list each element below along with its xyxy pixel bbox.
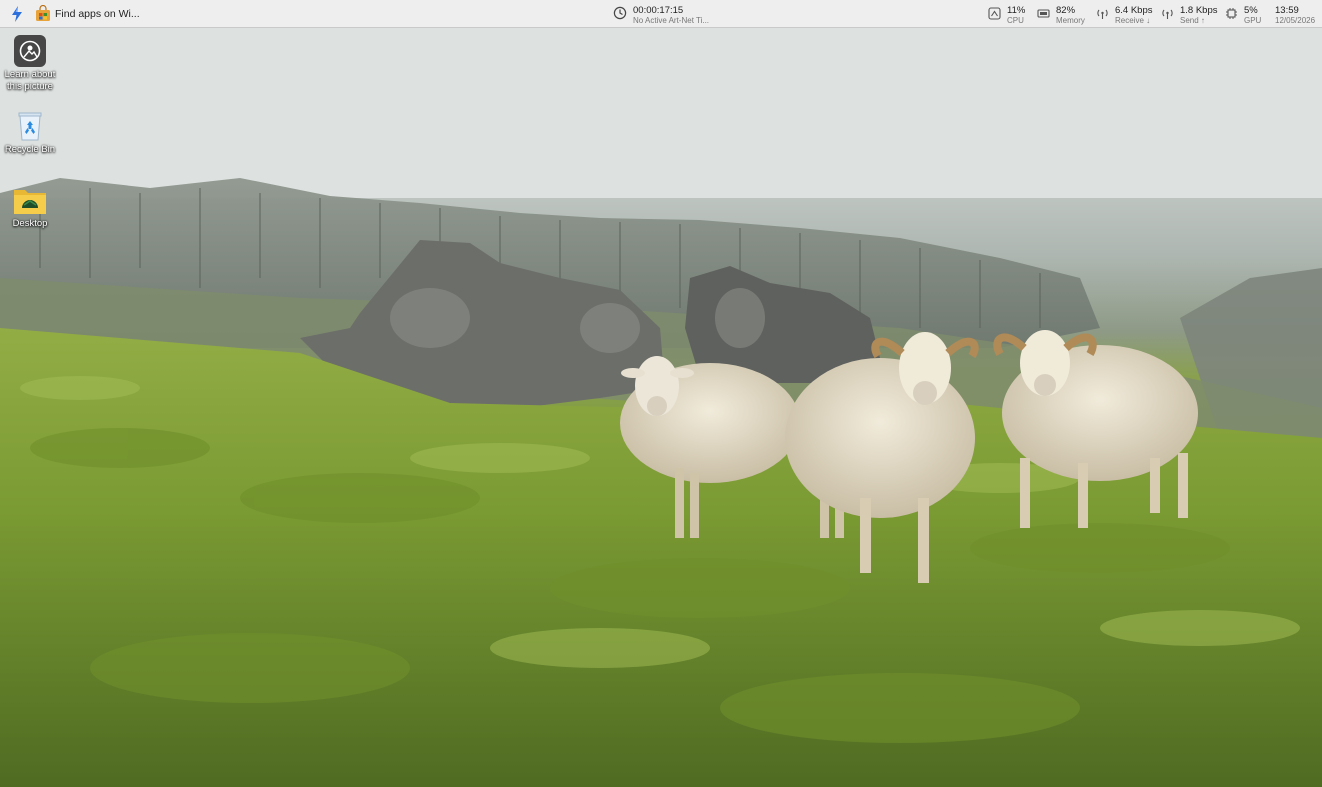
send-label: Send ↑ bbox=[1180, 16, 1205, 25]
desktop-icon-desktop-folder[interactable]: Desktop bbox=[0, 186, 60, 230]
antenna-icon bbox=[1097, 9, 1108, 19]
send-value: 1.8 Kbps bbox=[1180, 5, 1218, 16]
taskbar: Find apps on Wi... 00:00:17:15 No Active… bbox=[0, 0, 1322, 28]
memory-value: 82% bbox=[1056, 5, 1076, 16]
recycle-bin-icon bbox=[18, 112, 42, 141]
memory-label: Memory bbox=[1056, 16, 1085, 25]
gpu-chip-icon bbox=[1226, 8, 1237, 19]
desktop-icon-learn-about-picture[interactable]: Learn about this picture bbox=[0, 35, 60, 93]
memory-icon bbox=[1037, 9, 1050, 18]
wallpaper-scene bbox=[0, 28, 1322, 787]
desktop-icon-label: Recycle Bin bbox=[4, 144, 56, 155]
timer-status: No Active Art-Net Ti... bbox=[633, 16, 710, 25]
receive-label: Receive ↓ bbox=[1115, 16, 1151, 25]
cpu-label: CPU bbox=[1007, 16, 1024, 25]
gpu-value: 5% bbox=[1244, 5, 1258, 16]
clock-icon bbox=[613, 6, 627, 20]
antenna-icon bbox=[1162, 9, 1173, 19]
cpu-value: 11% bbox=[1007, 5, 1026, 16]
gpu-label: GPU bbox=[1244, 16, 1262, 25]
receive-value: 6.4 Kbps bbox=[1115, 5, 1153, 16]
cpu-gauge-icon bbox=[988, 7, 1001, 20]
store-bag-icon[interactable] bbox=[34, 4, 52, 23]
folder-icon bbox=[14, 190, 46, 214]
desktop-icon-label: Learn about this picture bbox=[4, 69, 56, 92]
desktop-wallpaper[interactable] bbox=[0, 28, 1322, 787]
clock-date: 12/05/2026 bbox=[1275, 16, 1316, 25]
camera-icon bbox=[14, 35, 46, 67]
active-window-title[interactable]: Find apps on Wi... bbox=[55, 8, 140, 20]
timer-value: 00:00:17:15 bbox=[633, 5, 684, 16]
desktop-icon-recycle-bin[interactable]: Recycle Bin bbox=[0, 110, 60, 156]
clock-time: 13:59 bbox=[1275, 5, 1299, 16]
bolt-icon[interactable] bbox=[8, 5, 26, 23]
desktop-icon-label: Desktop bbox=[12, 218, 48, 229]
